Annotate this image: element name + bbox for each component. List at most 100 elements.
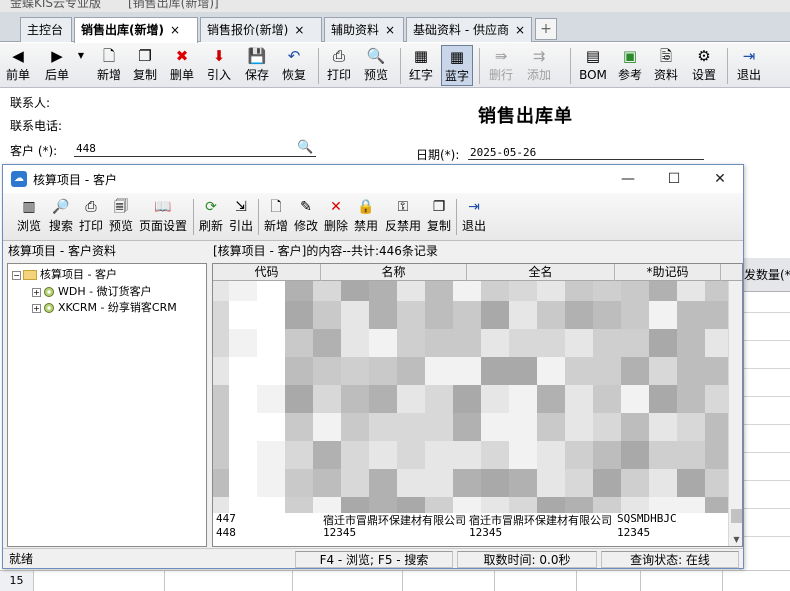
pixelation-block [677,497,705,513]
scrollbar-thumb[interactable] [731,509,742,523]
pixelation-block [621,441,649,469]
edit-button[interactable]: ✎ 修改 [292,196,320,238]
table-row[interactable]: 447 宿迁市冒鼎环保建材有限公司 宿迁市冒鼎环保建材有限公司 SQSMDHBJ… [213,512,730,527]
grid-column-header: 发数量(* [741,258,790,292]
close-icon[interactable]: × [294,23,304,37]
reference-button[interactable]: ▣ 参考 [616,45,644,86]
settings-button[interactable]: ⚙ 设置 [690,45,718,86]
pixelation-block [481,413,509,441]
toolbar-separator [318,48,319,84]
collapse-icon[interactable]: − [12,270,21,280]
close-icon[interactable]: × [515,23,525,37]
delete-button[interactable]: ✕ 删除 [322,196,350,238]
lookup-magnifier-icon[interactable]: 🔍 [297,140,313,155]
pixelation-block [285,357,313,385]
add-row-button[interactable]: ⇉ 添加 [524,45,554,86]
tab-base-data-supplier[interactable]: 基础资料 - 供应商 × [406,17,532,42]
next-button[interactable]: ▶ 后单 [42,45,72,86]
toolbar-separator [400,48,401,84]
bom-button[interactable]: ▤ BOM [579,45,607,86]
delete-bill-button[interactable]: ✖ 删单 [168,45,196,86]
customer-underline [74,156,316,157]
column-header-fullname[interactable]: 全名 [467,264,615,281]
lock-icon: 🔒 [357,199,375,215]
pixelation-block [565,441,593,469]
copy-button[interactable]: ❐ 复制 [425,196,453,238]
import-button[interactable]: ⬇ 引入 [205,45,233,86]
tree-root-node[interactable]: − 核算项目 - 客户 [12,266,117,282]
export-button[interactable]: ⇲ 引出 [227,196,255,238]
pixelation-block [313,329,341,357]
maximize-button[interactable]: ☐ [651,165,697,193]
tab-label: 辅助资料 [331,23,380,37]
enable-button[interactable]: ⚿ 反禁用 [383,196,423,238]
page-setup-button[interactable]: 📖 页面设置 [137,196,189,238]
expand-icon[interactable]: + [32,287,41,297]
table-row[interactable]: 448 12345 12345 12345 [213,526,730,540]
tree-node-xkcrm[interactable]: + XKCRM - 纷享销客CRM [32,299,177,315]
data-button[interactable]: 🗟 资料 [652,45,680,86]
pixelation-block [369,441,397,469]
pixelation-block [285,281,313,301]
preview-button[interactable]: 🔍 预览 [362,45,390,86]
column-header-mnemonic[interactable]: *助记码 [615,264,721,281]
pixelation-block [397,413,425,441]
pixelation-block [425,329,453,357]
category-tree-panel: 核算项目 - 客户资料 − 核算项目 - 客户 + WDH - 微订货客户 + XKC… [5,242,207,547]
prev-button[interactable]: ◀ 前单 [4,45,32,86]
tab-sales-outbound-new[interactable]: 销售出库(新增) × [74,17,198,43]
search-button[interactable]: 🔎 搜索 [47,196,75,238]
exit-button[interactable]: ⇥ 退出 [735,45,763,86]
next-dropdown-button[interactable]: ▼ [76,45,86,86]
vertical-scrollbar[interactable]: ▼ [728,281,742,546]
phone-label: 联系电话: [10,119,63,133]
tab-sales-quote-new[interactable]: 销售报价(新增) × [200,17,322,42]
pixelation-block [621,301,649,329]
tree-node-wdh[interactable]: + WDH - 微订货客户 [32,283,152,299]
close-icon[interactable]: × [170,23,180,37]
customer-field[interactable]: 448 [76,142,96,155]
pixelation-block [677,357,705,385]
customer-list-panel: [核算项目 - 客户]的内容--共计:446条记录 代码 名称 全名 *助记码 … [211,242,743,547]
date-field[interactable]: 2025-05-26 [470,146,536,159]
pixelation-block [593,281,621,301]
blue-entry-button[interactable]: ▦ 蓝字 [441,45,473,86]
column-header-name[interactable]: 名称 [321,264,467,281]
restore-button[interactable]: ↶ 恢复 [280,45,308,86]
print-button[interactable]: ⎙ 打印 [325,45,353,86]
save-button[interactable]: 💾 保存 [243,45,271,86]
delete-row-button[interactable]: ⇛ 删行 [486,45,516,86]
close-icon[interactable]: × [385,23,395,37]
preview-button[interactable]: 🗐 预览 [107,196,135,238]
blue-grid-icon: ▦ [449,48,465,66]
grid-cell-divider [292,571,293,591]
pixelation-block [621,385,649,413]
refresh-button[interactable]: ⟳ 刷新 [197,196,225,238]
add-tab-button[interactable]: + [535,18,557,40]
tab-auxiliary-data[interactable]: 辅助资料 × [324,17,404,42]
red-entry-button[interactable]: ▦ 红字 [406,45,436,86]
pixelation-block [285,497,313,513]
print-button[interactable]: ⎙ 打印 [77,196,105,238]
new-button[interactable]: 🗋 新增 [262,196,290,238]
close-button[interactable]: ✕ [697,165,743,193]
pixelation-block [565,301,593,329]
tab-console[interactable]: 主控台 [20,17,72,42]
pixelation-block [565,281,593,301]
pixelation-block [369,357,397,385]
grid-cell-divider [722,571,723,591]
new-button[interactable]: 🗋 新增 [95,45,123,86]
preview-icon: 🗐 [114,199,128,215]
cell-mnemonic: SQSMDHBJC [617,512,677,525]
copy-button[interactable]: ❐ 复制 [131,45,159,86]
grid-row-line [741,340,790,341]
exit-button[interactable]: ⇥ 退出 [460,196,488,238]
column-header-code[interactable]: 代码 [213,264,321,281]
disable-button[interactable]: 🔒 禁用 [352,196,380,238]
dialog-title: 核算项目 - 客户 [33,173,117,187]
scroll-down-icon[interactable]: ▼ [729,533,742,546]
pixelation-block [481,441,509,469]
minimize-button[interactable]: — [605,165,651,193]
browse-button[interactable]: ▥ 浏览 [15,196,43,238]
expand-icon[interactable]: + [32,303,41,313]
